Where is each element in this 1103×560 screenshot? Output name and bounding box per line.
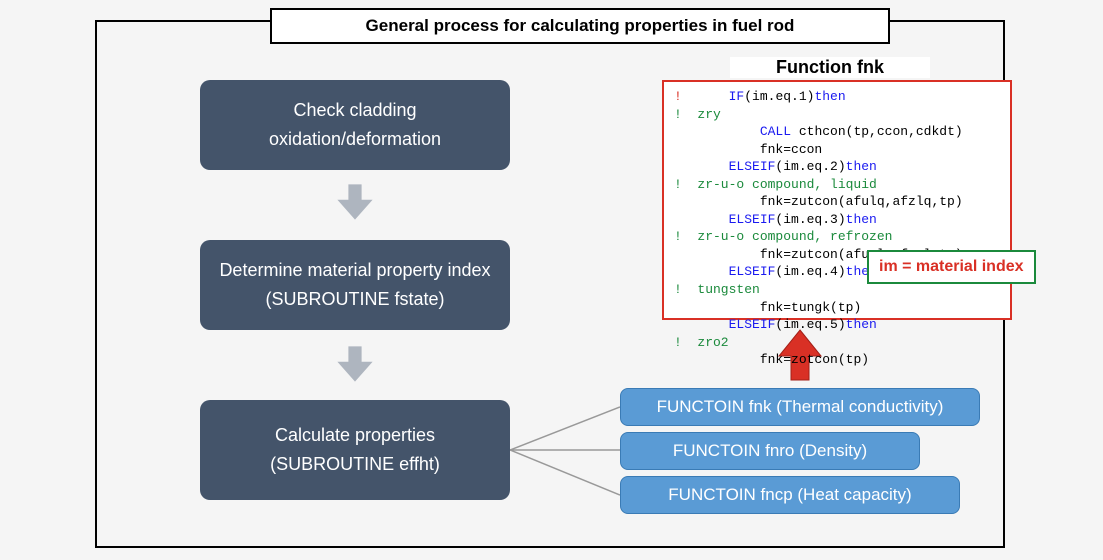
step-label-line: (SUBROUTINE effht) <box>210 450 500 479</box>
code-line: fnk=ccon <box>674 141 1000 159</box>
code-line: ! IF(im.eq.1)then <box>674 88 1000 106</box>
arrow-down-icon <box>333 342 377 386</box>
step-check-cladding: Check cladding oxidation/deformation <box>200 80 510 170</box>
code-token: IF <box>729 89 745 104</box>
code-line: CALL cthcon(tp,ccon,cdkdt) <box>674 123 1000 141</box>
code-token: ! <box>674 89 682 104</box>
step-label-line: Check cladding <box>210 96 500 125</box>
function-fncp: FUNCTOIN fncp (Heat capacity) <box>620 476 960 514</box>
diagram-title: General process for calculating properti… <box>270 8 890 44</box>
step-calculate-properties: Calculate properties (SUBROUTINE effht) <box>200 400 510 500</box>
code-token: fnk=zotcon(tp) <box>760 352 869 367</box>
code-token: cthcon(tp,ccon,cdkdt) <box>791 124 963 139</box>
code-comment: ! zr-u-o compound, liquid <box>674 176 1000 194</box>
code-line: ELSEIF(im.eq.3)then <box>674 211 1000 229</box>
code-token: then <box>814 89 845 104</box>
code-panel-title: Function fnk <box>730 57 930 78</box>
step-label-line: (SUBROUTINE fstate) <box>210 285 500 314</box>
code-token: then <box>846 159 877 174</box>
code-token: (im.eq.4) <box>775 264 845 279</box>
code-token: CALL <box>760 124 791 139</box>
code-comment: ! zry <box>674 106 1000 124</box>
code-comment: ! zr-u-o compound, refrozen <box>674 228 1000 246</box>
function-fnk: FUNCTOIN fnk (Thermal conductivity) <box>620 388 980 426</box>
connector-lines <box>510 405 620 500</box>
code-token: then <box>846 212 877 227</box>
function-fnro: FUNCTOIN fnro (Density) <box>620 432 920 470</box>
code-token: ELSEIF <box>729 317 776 332</box>
code-line: fnk=zotcon(tp) <box>674 351 1000 369</box>
code-panel: ! IF(im.eq.1)then ! zry CALL cthcon(tp,c… <box>662 80 1012 320</box>
code-token: (im.eq.1) <box>744 89 814 104</box>
material-index-label: im = material index <box>867 250 1036 284</box>
code-line: fnk=tungk(tp) <box>674 299 1000 317</box>
code-token: (im.eq.3) <box>775 212 845 227</box>
code-token: (im.eq.2) <box>775 159 845 174</box>
step-label-line: Determine material property index <box>210 256 500 285</box>
code-line: fnk=zutcon(afulq,afzlq,tp) <box>674 193 1000 211</box>
code-token: fnk=zutcon(afulq,afzlq,tp) <box>760 194 963 209</box>
code-comment: ! zro2 <box>674 334 1000 352</box>
code-token: fnk=ccon <box>760 142 822 157</box>
step-determine-index: Determine material property index (SUBRO… <box>200 240 510 330</box>
code-line: ELSEIF(im.eq.2)then <box>674 158 1000 176</box>
step-label-line: Calculate properties <box>210 421 500 450</box>
arrow-down-icon <box>333 180 377 224</box>
code-token: (im.eq.5) <box>775 317 845 332</box>
code-token: ELSEIF <box>729 264 776 279</box>
code-token: fnk=tungk(tp) <box>760 300 861 315</box>
code-line: ELSEIF(im.eq.5)then <box>674 316 1000 334</box>
code-token: ELSEIF <box>729 212 776 227</box>
code-token: ELSEIF <box>729 159 776 174</box>
code-token: then <box>846 317 877 332</box>
step-label-line: oxidation/deformation <box>210 125 500 154</box>
